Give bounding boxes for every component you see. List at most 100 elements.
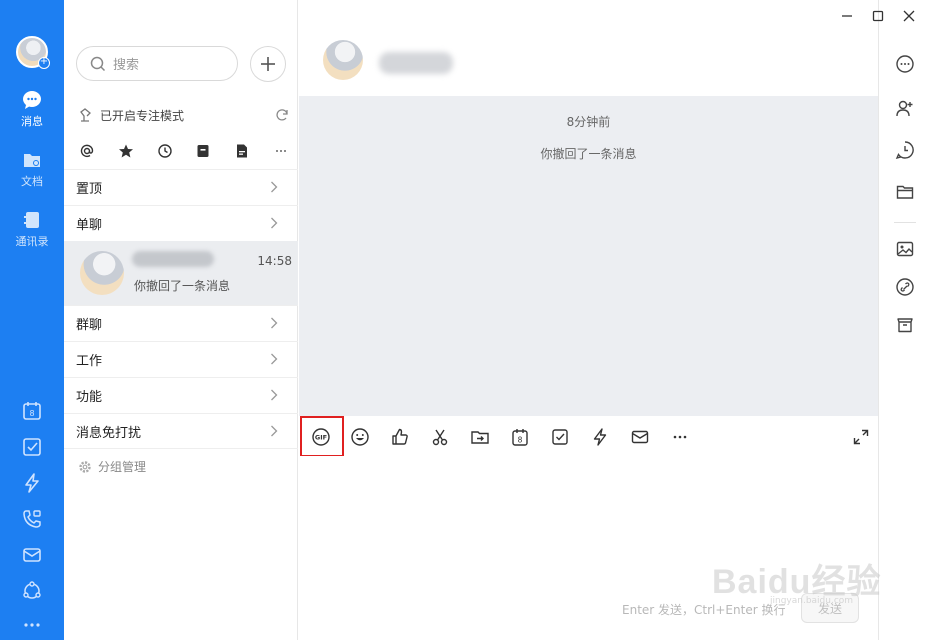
group-label: 工作 bbox=[76, 354, 103, 369]
message-area[interactable]: 8分钟前 你撤回了一条消息 bbox=[299, 96, 878, 416]
chevron-right-icon bbox=[271, 217, 278, 229]
workspace-icon[interactable] bbox=[21, 580, 43, 602]
rail-docs-label: 文档 bbox=[21, 175, 43, 188]
more-tools-button[interactable] bbox=[669, 426, 691, 448]
phone-video-icon[interactable] bbox=[21, 508, 43, 530]
refresh-icon[interactable] bbox=[274, 107, 290, 123]
folder-doc-icon bbox=[24, 154, 40, 167]
screenshot-button[interactable] bbox=[429, 426, 451, 448]
group-single-chat[interactable]: 单聊 bbox=[64, 205, 298, 241]
lightning-icon[interactable] bbox=[21, 472, 43, 494]
group-features[interactable]: 功能 bbox=[64, 377, 298, 413]
rail-contacts[interactable]: 通讯录 bbox=[0, 210, 64, 249]
focus-lamp-icon bbox=[80, 108, 91, 122]
folder-icon[interactable] bbox=[894, 181, 916, 203]
more-filters-icon[interactable] bbox=[272, 142, 290, 160]
user-avatar[interactable]: + bbox=[16, 36, 50, 69]
chat-bubble-icon bbox=[23, 91, 41, 109]
archive-box-icon[interactable] bbox=[894, 314, 916, 336]
more-icon[interactable] bbox=[21, 614, 43, 636]
chevron-right-icon bbox=[271, 181, 278, 193]
group-work[interactable]: 工作 bbox=[64, 341, 298, 377]
group-management-label: 分组管理 bbox=[98, 460, 147, 474]
send-button[interactable]: 发送 bbox=[801, 593, 859, 623]
close-button[interactable] bbox=[898, 5, 920, 27]
maximize-button[interactable] bbox=[867, 5, 889, 27]
compose-box[interactable]: Enter 发送，Ctrl+Enter 换行 发送 bbox=[299, 456, 878, 640]
add-button[interactable] bbox=[250, 46, 286, 82]
status-plus-icon: + bbox=[38, 56, 50, 69]
message-timestamp: 8分钟前 bbox=[566, 115, 611, 129]
minimize-button[interactable] bbox=[836, 5, 858, 27]
link-icon[interactable] bbox=[894, 276, 916, 298]
add-member-icon[interactable] bbox=[894, 97, 916, 119]
more-icon bbox=[673, 435, 687, 439]
calendar-icon[interactable]: 8 bbox=[21, 400, 43, 422]
search-placeholder: 搜索 bbox=[113, 58, 140, 73]
chat-area: 8分钟前 你撤回了一条消息 GIF 8 Enter 发送，Ctrl+Enter … bbox=[299, 0, 878, 640]
minimize-icon bbox=[842, 15, 852, 17]
gif-icon: GIF bbox=[312, 428, 330, 446]
emoji-button[interactable] bbox=[349, 426, 371, 448]
chevron-right-icon bbox=[271, 389, 278, 401]
compose-toolbar: GIF 8 bbox=[299, 416, 878, 457]
group-label: 功能 bbox=[76, 390, 103, 405]
header-name-blurred bbox=[379, 52, 453, 74]
more-options-icon[interactable] bbox=[894, 53, 916, 75]
group-label: 单聊 bbox=[76, 218, 103, 233]
focus-mode-row[interactable]: 已开启专注模式 bbox=[78, 104, 290, 126]
chat-list-item[interactable]: 14:58 你撤回了一条消息 bbox=[64, 241, 298, 305]
scissors-icon bbox=[432, 429, 448, 446]
gif-button[interactable]: GIF bbox=[310, 426, 332, 448]
task-button[interactable] bbox=[549, 426, 571, 448]
group-do-not-disturb[interactable]: 消息免打扰 bbox=[64, 413, 298, 449]
mail-button[interactable] bbox=[629, 426, 651, 448]
like-button[interactable] bbox=[389, 426, 411, 448]
group-label: 置顶 bbox=[76, 182, 103, 197]
mail-icon[interactable] bbox=[21, 544, 43, 566]
group-management[interactable]: 分组管理 bbox=[78, 458, 146, 475]
expand-editor-button[interactable] bbox=[850, 426, 872, 448]
schedule-button[interactable]: 8 bbox=[509, 426, 531, 448]
conversation-list-panel: 搜索 已开启专注模式 置顶 单聊 14:58 你撤回了一条消息 群聊 工作 功能… bbox=[64, 0, 298, 640]
chevron-right-icon bbox=[271, 317, 278, 329]
rail-docs[interactable]: 文档 bbox=[0, 150, 64, 189]
address-book-icon bbox=[24, 212, 39, 228]
filter-icons-row bbox=[78, 142, 290, 160]
at-mention-icon[interactable] bbox=[78, 142, 96, 160]
chat-preview: 你撤回了一条消息 bbox=[134, 279, 231, 293]
group-label: 群聊 bbox=[76, 318, 103, 333]
group-group-chat[interactable]: 群聊 bbox=[64, 305, 298, 341]
document-icon[interactable] bbox=[233, 142, 251, 160]
chevron-right-icon bbox=[271, 425, 278, 437]
calendar-icon: 8 bbox=[512, 429, 528, 446]
maximize-icon bbox=[872, 10, 884, 22]
lightning-icon bbox=[593, 428, 607, 446]
contact-name-blurred bbox=[132, 251, 214, 267]
folder-arrow-icon bbox=[471, 431, 489, 444]
send-file-button[interactable] bbox=[469, 426, 491, 448]
plus-icon bbox=[261, 57, 275, 71]
archive-box-icon[interactable] bbox=[194, 142, 212, 160]
history-icon[interactable] bbox=[894, 139, 916, 161]
task-check-icon[interactable] bbox=[21, 436, 43, 458]
calendar-day: 8 bbox=[29, 409, 34, 418]
chat-time: 14:58 bbox=[257, 254, 292, 268]
rail-messages[interactable]: 消息 bbox=[0, 90, 64, 129]
smile-icon bbox=[351, 428, 369, 446]
svg-text:GIF: GIF bbox=[315, 434, 327, 442]
rail-contacts-label: 通讯录 bbox=[15, 235, 49, 248]
gear-icon bbox=[79, 460, 91, 473]
quick-action-button[interactable] bbox=[589, 426, 611, 448]
right-sidebar bbox=[878, 0, 930, 640]
star-icon[interactable] bbox=[117, 142, 135, 160]
chevron-right-icon bbox=[271, 353, 278, 365]
image-icon[interactable] bbox=[894, 238, 916, 260]
group-pinned[interactable]: 置顶 bbox=[64, 169, 298, 205]
thumbs-up-icon bbox=[392, 428, 408, 445]
search-input[interactable]: 搜索 bbox=[76, 46, 238, 81]
header-avatar[interactable] bbox=[323, 40, 363, 80]
clock-icon[interactable] bbox=[156, 142, 174, 160]
mail-icon bbox=[631, 430, 649, 444]
recall-notice: 你撤回了一条消息 bbox=[540, 147, 637, 161]
